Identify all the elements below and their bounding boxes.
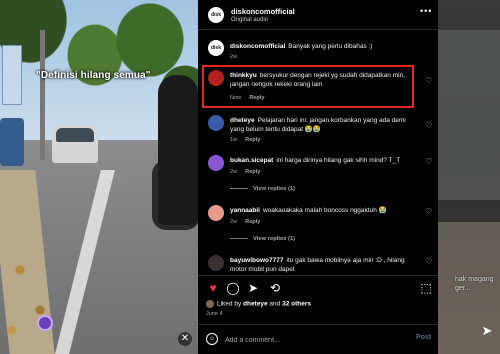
rider (158, 75, 198, 225)
comment-text: woakaoakaka malah boncoss nggaktuh 😭 (262, 207, 387, 214)
speaker-muted-icon[interactable]: ✕ (178, 332, 192, 346)
avatar[interactable] (208, 155, 224, 171)
view-replies-button[interactable]: View replies (1) (230, 236, 295, 242)
avatar[interactable]: disk (208, 40, 224, 56)
comments-panel: disk diskoncomofficial Original audio ••… (198, 0, 438, 354)
more-options-icon[interactable]: ••• (420, 6, 432, 16)
heart-icon[interactable]: ♡ (425, 157, 432, 166)
post-button[interactable]: Post (416, 334, 431, 341)
street-sign (2, 45, 22, 105)
reply-button[interactable]: Reply (245, 137, 260, 143)
view-replies-button[interactable]: View replies (1) (230, 186, 295, 192)
repost-icon[interactable]: ⟲ (268, 281, 282, 295)
comment-icon[interactable]: ◯ (226, 281, 240, 295)
heart-icon[interactable]: ♡ (425, 76, 432, 85)
comment-time: Now (230, 95, 242, 101)
comment-username[interactable]: diskoncomofficial (230, 43, 285, 50)
post-date: June 4 (206, 311, 223, 317)
audio-label[interactable]: Original audio (231, 17, 268, 23)
heart-icon[interactable]: ♡ (425, 207, 432, 216)
reply-button[interactable]: Reply (245, 219, 260, 225)
heart-filled-icon[interactable]: ♥ (206, 281, 220, 295)
comment-time: 2w (230, 169, 238, 175)
likes-summary[interactable]: Liked by dheteye and 32 others (206, 300, 311, 308)
comment-text: Pelajaran hari ini: jangan korbankan yan… (230, 117, 406, 133)
sticker-icon (37, 315, 53, 331)
heart-icon[interactable]: ♡ (425, 121, 432, 130)
avatar[interactable]: disk (208, 7, 224, 23)
comment-username[interactable]: yannaabii (230, 207, 260, 214)
avatar[interactable] (208, 115, 224, 131)
comment-time: 2w (230, 219, 238, 225)
comment-time: 2w (230, 54, 238, 60)
comment-username[interactable]: bukan.sicepat (230, 157, 273, 164)
avatar (206, 300, 214, 308)
comment-text: Banyak yang perlu dibahas :) (288, 43, 373, 50)
liked-others[interactable]: 32 others (282, 301, 311, 308)
header-username[interactable]: diskoncomofficial (231, 7, 295, 16)
avatar[interactable] (208, 70, 224, 86)
heart-icon[interactable]: ♡ (425, 257, 432, 266)
comment-input[interactable] (225, 334, 405, 346)
reply-button[interactable]: Reply (245, 169, 260, 175)
avatar[interactable] (208, 205, 224, 221)
adjacent-video-text: hak magang ger... (455, 276, 494, 292)
avatar[interactable] (208, 255, 224, 271)
bookmark-icon[interactable]: ⬚ (419, 281, 433, 295)
reply-button[interactable]: Reply (249, 95, 264, 101)
post-header: disk diskoncomofficial Original audio ••… (198, 0, 438, 30)
street-pole (40, 30, 45, 160)
comment-username[interactable]: thinkkyu (230, 72, 257, 79)
share-icon[interactable]: ➤ (246, 281, 260, 295)
share-arrow-icon[interactable]: ➤ (478, 322, 496, 340)
liked-by-user[interactable]: dheteye (243, 301, 268, 308)
comment-text: ini harga dirinya hilang gak sihh mind? … (276, 157, 401, 164)
fallen-leaves (0, 250, 60, 354)
video-caption-overlay: "Definisi hilang semua" (36, 70, 151, 81)
car-window (56, 128, 94, 142)
emoji-icon[interactable]: ☺ (206, 333, 218, 345)
add-comment-bar: ☺ Post (198, 324, 438, 354)
comment-time: 1w (230, 137, 238, 143)
adjacent-video-people (438, 30, 500, 200)
comment-username[interactable]: bayuwibowo7777 (230, 257, 283, 264)
comment-username[interactable]: dheteye (230, 117, 255, 124)
parked-car (0, 118, 24, 166)
action-bar: ♥ ◯ ➤ ⟲ ⬚ (198, 275, 438, 299)
